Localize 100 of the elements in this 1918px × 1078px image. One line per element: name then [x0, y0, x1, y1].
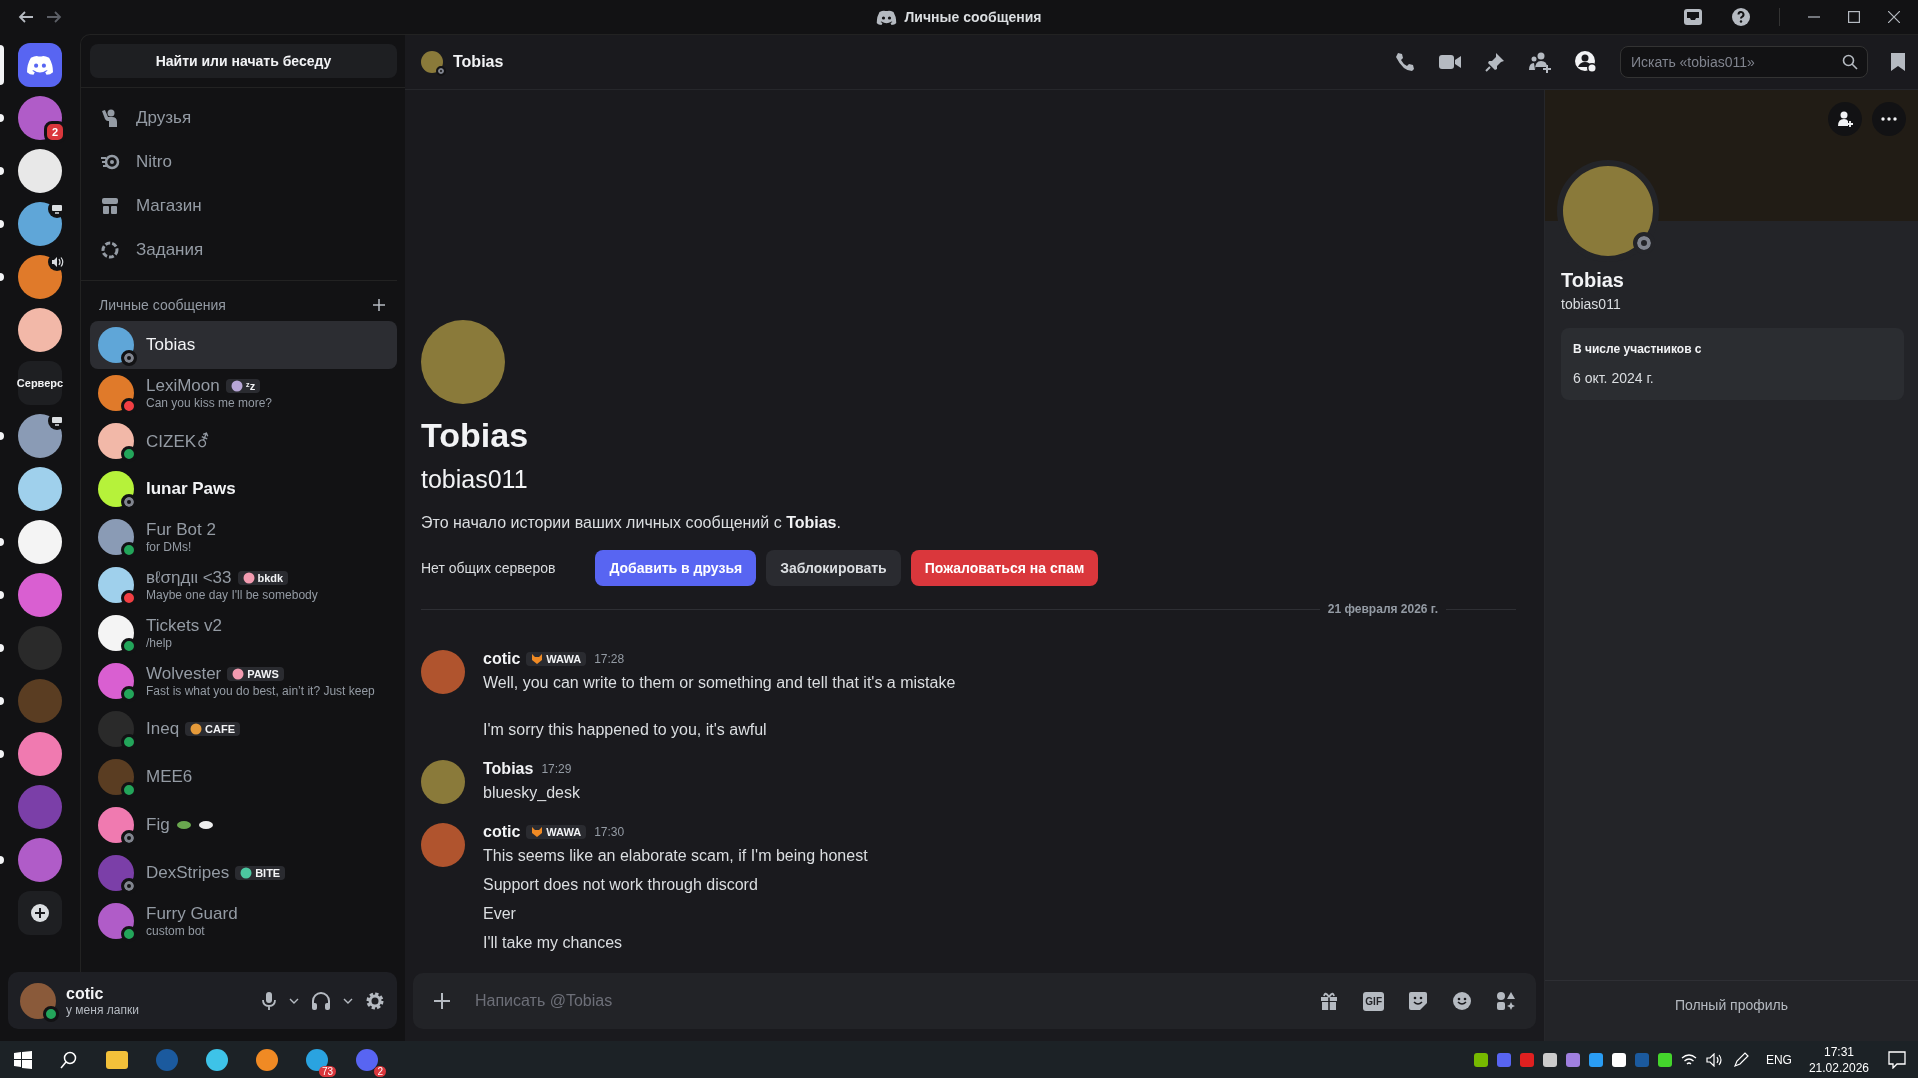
forward-arrow-icon[interactable] [46, 11, 62, 23]
notifications-icon[interactable] [1888, 1050, 1906, 1069]
server-folder[interactable]: Серверс [18, 361, 62, 405]
server-icon[interactable] [18, 414, 62, 458]
guild-tag: PAWS [227, 667, 284, 681]
maximize-icon[interactable] [1848, 11, 1860, 23]
plus-icon[interactable] [373, 299, 385, 311]
conversation-item[interactable]: Fig [90, 801, 397, 849]
input-language[interactable]: ENG [1765, 1052, 1792, 1067]
action-button[interactable]: Заблокировать [766, 550, 901, 586]
author-name[interactable]: cotic [483, 650, 521, 668]
tray-app-icon[interactable] [1611, 1052, 1626, 1067]
action-button[interactable]: Пожаловаться на спам [910, 550, 1099, 586]
avatar [98, 759, 134, 795]
conversation-item[interactable]: Tickets v2 /help [90, 609, 397, 657]
nav-item[interactable]: Задания [90, 228, 389, 272]
full-profile-link[interactable]: Полный профиль [1674, 997, 1789, 1013]
custom-status: у меня лапки [66, 1002, 140, 1017]
server-icon[interactable] [18, 732, 62, 776]
notification-badge: 73 [318, 1065, 336, 1077]
gif-button[interactable]: GIF [1363, 991, 1384, 1011]
server-icon[interactable] [18, 467, 62, 511]
server-icon[interactable] [18, 149, 62, 193]
guild-tag: WAWA [526, 825, 587, 839]
message-input[interactable]: Написать @Tobias GIF [413, 973, 1536, 1029]
conversation-item[interactable]: LexiMoon ᶻz Can you kiss me more? [90, 369, 397, 417]
member-since-date: 6 окт. 2024 г. [1573, 370, 1655, 386]
conversation-item[interactable]: DexStripes BITE [90, 849, 397, 897]
tray-app-icon[interactable] [1473, 1052, 1488, 1067]
avatar [98, 423, 134, 459]
add-user-icon[interactable] [1528, 51, 1552, 73]
action-button[interactable]: Добавить в друзья [595, 550, 757, 586]
volume-icon[interactable] [1705, 1052, 1724, 1067]
windows-logo-icon[interactable] [14, 1050, 32, 1069]
mutual-servers-text: Нет общих серверов [421, 560, 556, 576]
search-field[interactable]: Искать «tobias011» [1620, 46, 1868, 78]
clock[interactable]: 17:31 21.02.2026 [1808, 1044, 1869, 1075]
server-icon[interactable] [18, 202, 62, 246]
search-icon [1842, 54, 1858, 70]
tray-app-icon[interactable] [1657, 1052, 1672, 1067]
back-arrow-icon[interactable] [18, 11, 34, 23]
chevron-down-icon[interactable] [343, 997, 353, 1004]
sticker-icon[interactable] [1408, 991, 1428, 1011]
nav-item[interactable]: Nitro [90, 140, 389, 184]
tray-app-icon[interactable] [1542, 1052, 1557, 1067]
avatar [98, 615, 134, 651]
user-profile-icon[interactable] [1574, 50, 1598, 74]
server-icon[interactable] [18, 573, 62, 617]
conversation-item[interactable]: Tobias [90, 321, 397, 369]
bookmark-icon[interactable] [1890, 52, 1906, 72]
pin-icon[interactable] [1484, 51, 1506, 73]
chevron-down-icon[interactable] [289, 997, 299, 1004]
plus-icon[interactable] [433, 992, 451, 1010]
guild-tag: CAFE [185, 722, 241, 736]
more-options-button[interactable] [1872, 102, 1906, 136]
taskbar-app-icon[interactable] [106, 1050, 128, 1069]
conversation-item[interactable]: CIZEK⚦ [90, 417, 397, 465]
conversation-item[interactable]: Ineq CAFE [90, 705, 397, 753]
guild-tag: BITE [235, 866, 286, 880]
microphone-icon[interactable] [261, 990, 277, 1011]
wifi-icon[interactable] [1680, 1052, 1697, 1067]
help-icon[interactable] [1731, 7, 1751, 27]
message-text: I'm sorry this happened to you, it's awful [483, 720, 768, 740]
find-conversation-button[interactable]: Найти или начать беседу [90, 44, 397, 78]
nav-item[interactable]: Друзья [90, 96, 389, 140]
username: tobias011 [421, 465, 529, 494]
add-friend-button[interactable] [1828, 102, 1862, 136]
inbox-icon[interactable] [1683, 8, 1703, 26]
conversation-item[interactable]: Wolvester PAWS Fast is what you do best, ain’t it? Just keep [90, 657, 397, 705]
server-icon[interactable] [18, 308, 62, 352]
conversation-item[interactable]: lunar Paws [90, 465, 397, 513]
direct-messages-button[interactable] [18, 43, 62, 87]
server-icon[interactable] [18, 520, 62, 564]
conversation-title: Tobias [453, 53, 504, 71]
conversation-item[interactable]: Fur Bot 2 for DMs! [90, 513, 397, 561]
avatar [98, 567, 134, 603]
add-server-button[interactable] [18, 891, 62, 935]
author-name[interactable]: Tobias [483, 760, 534, 778]
pen-icon[interactable] [1732, 1051, 1749, 1068]
search-icon[interactable] [60, 1050, 78, 1069]
headphones-icon[interactable] [311, 990, 331, 1011]
emoji-icon[interactable] [1452, 991, 1472, 1011]
plus-icon [30, 903, 50, 923]
phone-call-icon[interactable] [1394, 51, 1416, 73]
settings-icon[interactable] [365, 990, 385, 1011]
server-icon[interactable] [18, 255, 62, 299]
author-name[interactable]: cotic [483, 823, 521, 841]
nitro-icon [100, 152, 120, 172]
taskbar-app-icon[interactable] [206, 1048, 228, 1071]
nav-item[interactable]: Магазин [90, 184, 389, 228]
taskbar-app-icon[interactable] [256, 1048, 278, 1071]
conversation-item[interactable]: вℓσηдιι <33 bkdk Maybe one day I'll be somebody [90, 561, 397, 609]
video-camera-icon[interactable] [1438, 53, 1462, 71]
ellipsis-icon [1881, 117, 1897, 121]
gift-icon[interactable] [1319, 991, 1340, 1011]
conversation-item[interactable]: Furry Guard custom bot [90, 897, 397, 945]
section-title: Личные сообщения [99, 297, 226, 313]
conversation-item[interactable]: MEE6 [90, 753, 397, 801]
close-icon[interactable] [1888, 11, 1900, 23]
apps-icon[interactable] [1496, 991, 1516, 1011]
